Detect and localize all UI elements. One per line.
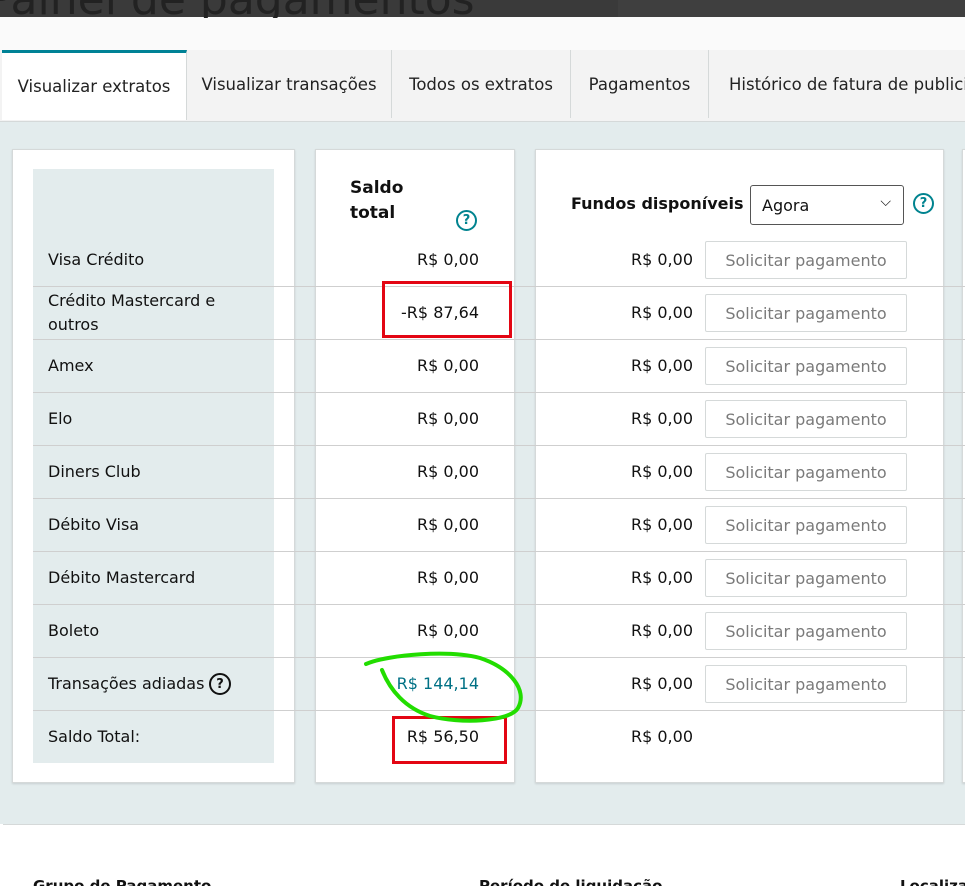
row-divider — [33, 392, 965, 393]
request-payment-button[interactable]: Solicitar pagamento — [705, 453, 907, 491]
row-label-debito-mastercard: Débito Mastercard — [48, 568, 196, 587]
chevron-down-icon: ⌵ — [880, 194, 891, 210]
request-payment-button[interactable]: Solicitar pagamento — [705, 400, 907, 438]
row-total: R$ 0,00 — [416, 568, 479, 587]
row-total: R$ 0,00 — [416, 515, 479, 534]
row-funds: R$ 0,00 — [630, 303, 693, 322]
lower-header-grupo: Grupo de Pagamento — [33, 877, 212, 886]
row-label-debito-visa: Débito Visa — [48, 515, 140, 534]
tab-pagamentos[interactable]: Pagamentos — [571, 50, 709, 118]
row-divider — [33, 498, 965, 499]
lower-header-localizacao: Localização — [900, 877, 965, 886]
row-funds: R$ 0,00 — [630, 515, 693, 534]
lower-header-periodo: Período de liquidação — [479, 877, 663, 886]
tab-visualizar-extratos[interactable]: Visualizar extratos — [2, 50, 187, 120]
row-label-saldo-total: Saldo Total: — [48, 727, 141, 746]
deferred-transactions-link[interactable]: R$ 144,14 — [397, 674, 479, 693]
red-annotation-box — [382, 281, 512, 338]
saldo-total-header: Saldo total — [350, 178, 404, 223]
row-divider — [33, 604, 965, 605]
row-divider — [33, 339, 965, 340]
row-label-amex: Amex — [48, 356, 94, 375]
lower-section: Grupo de Pagamento Período de liquidação… — [3, 824, 965, 886]
row-total: R$ 0,00 — [416, 621, 479, 640]
row-total: R$ 0,00 — [416, 409, 479, 428]
tab-historico-fatura[interactable]: Histórico de fatura de publicidade — [709, 50, 965, 118]
row-total: R$ 0,00 — [416, 462, 479, 481]
row-total: R$ 0,00 — [416, 250, 479, 269]
row-total: R$ 0,00 — [416, 356, 479, 375]
select-value: Agora — [762, 195, 810, 215]
row-funds: R$ 0,00 — [630, 409, 693, 428]
request-payment-button[interactable]: Solicitar pagamento — [705, 294, 907, 332]
request-payment-button[interactable]: Solicitar pagamento — [705, 612, 907, 650]
red-annotation-box — [392, 716, 507, 764]
row-funds: R$ 0,00 — [630, 568, 693, 587]
title-area — [0, 17, 965, 50]
row-funds: R$ 0,00 — [630, 621, 693, 640]
row-divider — [33, 551, 965, 552]
row-divider — [33, 445, 965, 446]
row-label-credito-mastercard: Crédito Mastercard e outros — [48, 291, 216, 334]
request-payment-button[interactable]: Solicitar pagamento — [705, 559, 907, 597]
help-icon[interactable]: ? — [456, 210, 477, 231]
tab-visualizar-transacoes[interactable]: Visualizar transações — [187, 50, 392, 118]
row-funds: R$ 0,00 — [630, 462, 693, 481]
request-payment-button[interactable]: Solicitar pagamento — [705, 665, 907, 703]
tab-bar: Visualizar extratos Visualizar transaçõe… — [0, 50, 965, 122]
row-divider — [33, 657, 965, 658]
row-label-boleto: Boleto — [48, 621, 100, 640]
row-funds: R$ 0,00 — [630, 674, 693, 693]
row-label-transacoes-adiadas: Transações adiadas — [48, 674, 205, 693]
help-icon[interactable]: ? — [209, 673, 231, 695]
row-funds: R$ 0,00 — [630, 250, 693, 269]
tab-todos-os-extratos[interactable]: Todos os extratos — [392, 50, 571, 118]
page-title: Painel de pagamentos — [0, 0, 606, 18]
row-divider — [33, 710, 965, 711]
request-payment-button[interactable]: Solicitar pagamento — [705, 347, 907, 385]
row-label-elo: Elo — [48, 409, 73, 428]
help-icon[interactable]: ? — [913, 193, 934, 214]
fundos-disponiveis-label: Fundos disponíveis — [571, 194, 744, 213]
row-label-visa-credito: Visa Crédito — [48, 250, 145, 269]
row-funds: R$ 0,00 — [630, 356, 693, 375]
row-funds: R$ 0,00 — [630, 727, 693, 746]
funds-period-select[interactable]: Agora ⌵ — [750, 185, 904, 225]
request-payment-button[interactable]: Solicitar pagamento — [705, 241, 907, 279]
request-payment-button[interactable]: Solicitar pagamento — [705, 506, 907, 544]
row-label-diners-club: Diners Club — [48, 462, 141, 481]
